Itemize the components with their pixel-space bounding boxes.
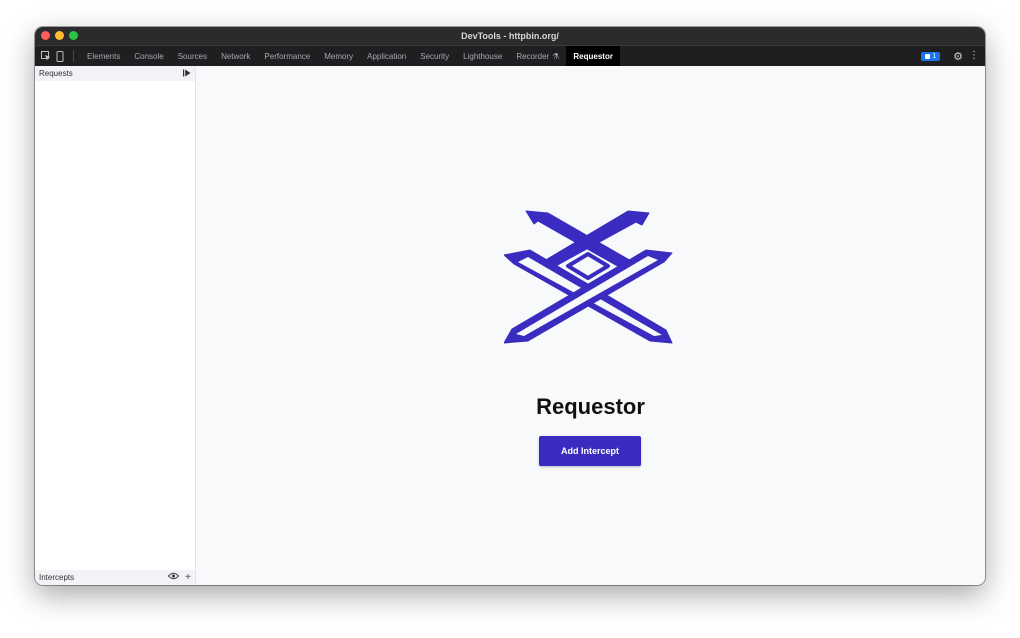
issues-icon	[925, 53, 931, 59]
tab-application[interactable]: Application	[360, 46, 413, 66]
add-intercept-button[interactable]: Add Intercept	[539, 436, 641, 466]
tab-lighthouse[interactable]: Lighthouse	[456, 46, 509, 66]
play-icon[interactable]	[183, 69, 191, 79]
requestor-panel: Requests Intercepts + Requestor Add Inte…	[35, 66, 985, 585]
title-bar: DevTools - httpbin.org/	[35, 27, 985, 45]
devtools-window: DevTools - httpbin.org/ Elements Console…	[35, 27, 985, 585]
tab-requestor[interactable]: Requestor	[566, 46, 620, 66]
eye-icon[interactable]	[167, 572, 180, 583]
tab-memory[interactable]: Memory	[317, 46, 360, 66]
window-controls	[41, 31, 78, 40]
kebab-menu-icon[interactable]: ⋮	[969, 51, 979, 61]
requests-header: Requests	[35, 66, 195, 81]
requestor-logo	[504, 210, 673, 344]
issues-badge[interactable]: 1	[921, 51, 941, 61]
tab-console[interactable]: Console	[127, 46, 170, 66]
flask-icon: ⚗	[552, 51, 560, 61]
tab-elements[interactable]: Elements	[80, 46, 127, 66]
plus-icon[interactable]: +	[185, 572, 191, 583]
gear-icon[interactable]: ⚙	[953, 50, 963, 63]
close-window-button[interactable]	[41, 31, 50, 40]
zoom-window-button[interactable]	[69, 31, 78, 40]
tab-performance[interactable]: Performance	[257, 46, 317, 66]
intercepts-header: Intercepts +	[35, 570, 195, 585]
inspect-element-icon[interactable]	[39, 46, 53, 66]
sidebar: Requests Intercepts +	[35, 66, 196, 585]
toolbar-right: 1 ⚙ ⋮	[921, 46, 979, 66]
tab-recorder[interactable]: Recorder ⚗	[509, 46, 566, 66]
device-toolbar-icon[interactable]	[53, 46, 67, 66]
intercepts-actions: +	[167, 572, 191, 583]
tab-recorder-label: Recorder	[516, 51, 550, 61]
toolbar-divider	[73, 50, 74, 62]
devtools-tab-bar: Elements Console Sources Network Perform…	[35, 45, 985, 66]
minimize-window-button[interactable]	[55, 31, 64, 40]
intercepts-label: Intercepts	[39, 573, 75, 582]
issues-count: 1	[932, 52, 937, 60]
page-title: Requestor	[536, 394, 645, 419]
tab-network[interactable]: Network	[214, 46, 257, 66]
tab-security[interactable]: Security	[413, 46, 456, 66]
tab-sources[interactable]: Sources	[171, 46, 214, 66]
main-area: Requestor Add Intercept	[196, 66, 985, 585]
requests-label: Requests	[39, 69, 73, 78]
window-title: DevTools - httpbin.org/	[461, 31, 559, 41]
